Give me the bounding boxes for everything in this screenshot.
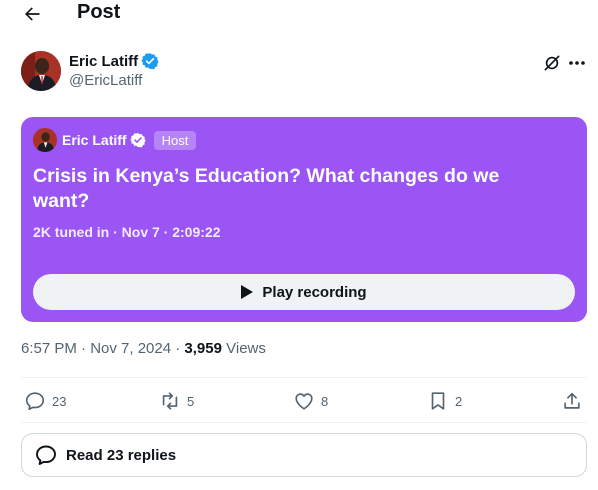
share-button[interactable]	[561, 389, 583, 413]
repost-icon	[162, 392, 178, 410]
host-avatar	[33, 128, 57, 152]
read-replies-button[interactable]: Read 23 replies	[21, 433, 587, 477]
author-handle[interactable]: @EricLatiff	[69, 72, 142, 89]
repost-count: 5	[187, 393, 195, 409]
heart-icon	[295, 393, 313, 410]
play-recording-label: Play recording	[262, 283, 367, 301]
post-time[interactable]: 6:57 PM · Nov 7, 2024 ·	[21, 340, 184, 357]
page-title: Post	[77, 1, 121, 23]
avatar-photo-icon	[21, 51, 61, 91]
like-count: 8	[321, 393, 329, 409]
reply-count: 23	[52, 393, 67, 409]
reply-bubble-icon	[34, 442, 60, 468]
grok-button[interactable]	[542, 53, 562, 73]
views-label: Views	[221, 340, 266, 357]
author-name-row[interactable]: Eric Latiff	[69, 52, 159, 70]
author-avatar[interactable]	[21, 51, 61, 91]
back-button[interactable]	[18, 2, 46, 26]
space-title: Crisis in Kenya’s Education? What change…	[33, 165, 500, 212]
like-button[interactable]: 8	[293, 389, 328, 413]
post-timestamp: 6:57 PM · Nov 7, 2024 · 3,959 Views	[21, 340, 266, 357]
author-name: Eric Latiff	[69, 52, 139, 70]
host-badge: Host	[153, 130, 197, 150]
host-verified-icon	[129, 132, 146, 148]
more-dots-icon	[569, 61, 585, 65]
host-name: Eric Latiff	[62, 132, 127, 148]
top-bar: Post	[0, 0, 598, 28]
views-count: 3,959	[184, 340, 222, 357]
space-card[interactable]: Eric Latiff Host Crisis in Kenya’s Educa…	[21, 117, 587, 322]
space-meta: 2K tuned in · Nov 7 · 2:09:22	[33, 224, 221, 240]
back-arrow-icon	[25, 7, 40, 21]
post-author: Eric Latiff @EricLatiff	[21, 51, 585, 93]
bookmark-icon	[431, 392, 445, 410]
verified-badge-icon	[141, 53, 159, 70]
grok-icon	[544, 55, 560, 71]
divider	[21, 377, 587, 378]
bookmark-count: 2	[455, 393, 463, 409]
read-replies-label: Read 23 replies	[66, 446, 177, 464]
play-icon	[241, 285, 254, 299]
play-recording-button[interactable]: Play recording	[33, 274, 575, 310]
repost-button[interactable]: 5	[159, 389, 194, 413]
more-options-button[interactable]	[567, 53, 587, 73]
share-icon	[564, 392, 580, 409]
action-bar: 23 5 8 2	[21, 389, 587, 413]
divider	[21, 422, 587, 423]
bookmark-button[interactable]: 2	[427, 389, 462, 413]
reply-button[interactable]: 23	[24, 389, 66, 413]
space-host-row: Eric Latiff Host	[33, 128, 197, 152]
host-photo-icon	[33, 128, 57, 152]
reply-icon	[25, 392, 45, 411]
